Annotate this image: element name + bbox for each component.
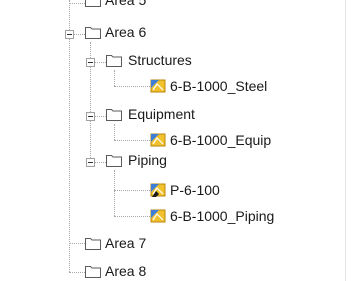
- tree-line: [114, 216, 150, 217]
- tree-item-label: Area 7: [105, 235, 147, 251]
- folder-icon: [85, 0, 101, 7]
- tree-item-label: 6-B-1000_Steel: [170, 78, 268, 94]
- tree-item-label: Equipment: [128, 106, 195, 122]
- drawing-file-icon: [150, 79, 166, 93]
- tree-line: [114, 170, 115, 216]
- tree-item-drawing-piping[interactable]: 6-B-1000_Piping: [150, 207, 310, 225]
- tree-line: [69, 243, 85, 244]
- folder-icon: [85, 266, 101, 278]
- tree-item-structures[interactable]: Structures: [106, 51, 226, 69]
- tree-line: [95, 162, 106, 163]
- tree-line: [114, 140, 150, 141]
- tree-line: [74, 34, 85, 35]
- tree-line: [95, 62, 106, 63]
- tree-item-label: P-6-100: [170, 182, 220, 198]
- folder-icon: [106, 55, 122, 67]
- drawing-file-icon: [150, 209, 166, 223]
- tree-item-area-6[interactable]: Area 6: [85, 23, 165, 41]
- collapse-toggle[interactable]: [86, 112, 95, 121]
- tree-line: [90, 42, 91, 58]
- tree-line: [114, 190, 150, 191]
- tree-line: [69, 38, 70, 272]
- tree-line: [114, 124, 115, 140]
- tree-item-area-5[interactable]: Area 5: [85, 0, 165, 9]
- collapse-toggle[interactable]: [86, 158, 95, 167]
- tree-item-piping[interactable]: Piping: [106, 151, 206, 169]
- tree-line: [90, 120, 91, 158]
- tree-line: [69, 272, 85, 273]
- folder-icon: [85, 238, 101, 250]
- tree-item-drawing-p-6-100[interactable]: P-6-100: [150, 181, 270, 199]
- folder-icon: [85, 27, 101, 39]
- tree-item-label: 6-B-1000_Piping: [170, 208, 275, 224]
- tree-line: [114, 86, 150, 87]
- tree-line: [90, 66, 91, 112]
- folder-icon: [106, 109, 122, 121]
- tree-item-area-8[interactable]: Area 8: [85, 262, 165, 280]
- drawing-file-icon: [150, 133, 166, 147]
- folder-icon: [106, 155, 122, 167]
- tree-item-label: Piping: [128, 152, 167, 168]
- tree-line: [114, 70, 115, 86]
- tree-item-label: Area 5: [105, 0, 147, 8]
- collapse-toggle[interactable]: [86, 58, 95, 67]
- collapse-toggle[interactable]: [65, 30, 74, 39]
- tree-item-equipment[interactable]: Equipment: [106, 105, 226, 123]
- tree-item-drawing-steel[interactable]: 6-B-1000_Steel: [150, 77, 300, 95]
- project-tree: Area 5 Area 6 Structures 6-B-1000_Steel …: [0, 0, 346, 281]
- tree-line: [95, 116, 106, 117]
- tree-line: [69, 0, 70, 30]
- tree-item-label: 6-B-1000_Equip: [170, 132, 272, 148]
- drawing-file-locked-icon: [150, 183, 166, 197]
- tree-item-label: Area 6: [105, 24, 147, 40]
- tree-line: [69, 3, 85, 4]
- tree-item-drawing-equip[interactable]: 6-B-1000_Equip: [150, 131, 300, 149]
- tree-item-label: Area 8: [105, 263, 147, 279]
- tree-item-area-7[interactable]: Area 7: [85, 234, 165, 252]
- tree-item-label: Structures: [128, 52, 192, 68]
